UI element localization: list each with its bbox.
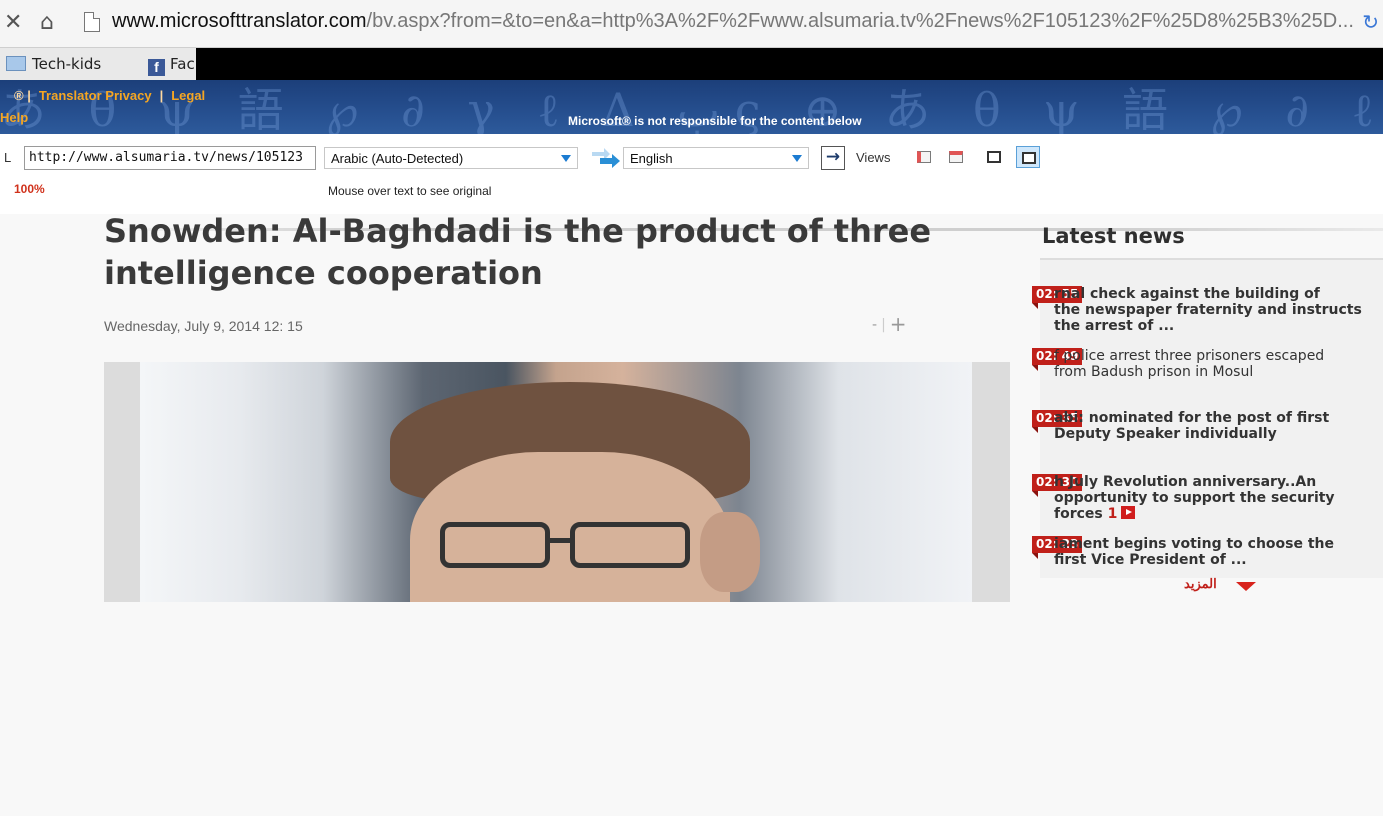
article-headline: Snowden: Al-Baghdadi is the product of t… xyxy=(104,212,932,292)
disclaimer-text: Microsoft® is not responsible for the co… xyxy=(568,114,862,128)
translator-toolbar: L http://www.alsumaria.tv/news/105123 10… xyxy=(0,134,1383,214)
home-icon[interactable]: ⌂ xyxy=(40,12,54,34)
views-label: Views xyxy=(856,150,891,165)
bookmark-tech-kids[interactable]: Tech-kids xyxy=(6,55,101,73)
translator-banner: あ θ ψ 語 ℘ ∂ γ ℓ ∆ ب ς ⊕ あ θ ψ 語 ℘ ∂ ℓ あ … xyxy=(0,80,1383,134)
bookmark-label: Tech-kids xyxy=(32,55,102,73)
folder-icon xyxy=(6,56,26,71)
latest-news-title: Latest news xyxy=(1042,224,1185,248)
url-path: /bv.aspx?from=&to=en&a=http%3A%2F%2Fwww.… xyxy=(366,10,1354,32)
photo-ear xyxy=(700,512,760,592)
address-bar[interactable]: www.microsofttranslator.com/bv.aspx?from… xyxy=(112,10,1354,33)
more-news-link[interactable]: المزيد xyxy=(1184,576,1217,592)
facebook-icon: f xyxy=(148,59,165,76)
bookmarks-bar: Tech-kids f Fac xyxy=(0,48,1383,80)
banner-links: ® | Translator Privacy | Legal xyxy=(6,88,205,103)
article-date: Wednesday, July 9, 2014 12: 15 xyxy=(104,318,303,334)
latest-news-list: 02: 55 rnal check against the building o… xyxy=(1032,258,1383,578)
photo-glasses-left xyxy=(440,522,550,568)
to-language-value: English xyxy=(630,151,673,166)
zoom-level[interactable]: 100% xyxy=(14,182,45,196)
bookmarks-visible-area: Tech-kids f Fac xyxy=(0,48,196,80)
news-headline[interactable]: f police arrest three prisoners escaped … xyxy=(1054,348,1376,380)
more-arrow-icon[interactable] xyxy=(1236,582,1256,591)
to-language-select[interactable]: English xyxy=(623,147,809,169)
browser-url-bar: ✕ ⌂ www.microsofttranslator.com/bv.aspx?… xyxy=(0,0,1383,48)
swap-languages-icon[interactable] xyxy=(588,146,622,170)
from-language-select[interactable]: Arabic (Auto-Detected) xyxy=(324,147,578,169)
url-label: L xyxy=(4,150,12,165)
separator: | xyxy=(159,88,164,103)
refresh-icon[interactable]: ↻ xyxy=(1362,10,1379,34)
view-side-by-side-icon[interactable] xyxy=(912,146,936,168)
close-icon[interactable]: ✕ xyxy=(4,12,22,34)
news-headline[interactable]: iament begins voting to choose the first… xyxy=(1054,536,1376,568)
page-icon xyxy=(84,12,100,32)
mouse-over-hint: Mouse over text to see original xyxy=(328,184,492,198)
news-headline[interactable]: rnal check against the building of the n… xyxy=(1054,286,1376,334)
view-original-hover-icon[interactable] xyxy=(982,146,1006,168)
dropdown-arrow-icon xyxy=(792,155,802,162)
help-link[interactable]: Help xyxy=(0,110,28,125)
news-headline[interactable]: abi: nominated for the post of first Dep… xyxy=(1054,410,1376,442)
dropdown-arrow-icon xyxy=(561,155,571,162)
bookmark-label: Fac xyxy=(170,55,195,73)
decrease-font-button[interactable]: - xyxy=(872,317,877,333)
separator: | xyxy=(881,317,886,333)
view-top-bottom-icon[interactable] xyxy=(944,146,968,168)
news-headline-wrapper[interactable]: h July Revolution anniversary..An opport… xyxy=(1054,474,1376,522)
comment-count: 1 xyxy=(1107,506,1118,522)
font-size-control: - | + xyxy=(872,312,907,336)
view-translation-hover-icon[interactable] xyxy=(1016,146,1040,168)
video-play-icon[interactable] xyxy=(1121,506,1136,519)
url-host: www.microsofttranslator.com xyxy=(112,10,367,32)
from-language-value: Arabic (Auto-Detected) xyxy=(331,151,464,166)
article-photo-frame xyxy=(104,362,1010,602)
translate-url-input[interactable]: http://www.alsumaria.tv/news/105123 xyxy=(24,146,316,170)
bookmark-facebook[interactable]: f Fac xyxy=(148,55,195,76)
photo-glasses-right xyxy=(570,522,690,568)
legal-link[interactable]: Legal xyxy=(171,88,205,103)
translator-privacy-link[interactable]: Translator Privacy xyxy=(39,88,152,103)
increase-font-button[interactable]: + xyxy=(890,312,907,336)
news-headline: h July Revolution anniversary..An opport… xyxy=(1054,474,1335,522)
translate-go-button[interactable]: → xyxy=(821,146,845,170)
separator: ® | xyxy=(14,88,31,103)
article-photo xyxy=(140,362,972,602)
